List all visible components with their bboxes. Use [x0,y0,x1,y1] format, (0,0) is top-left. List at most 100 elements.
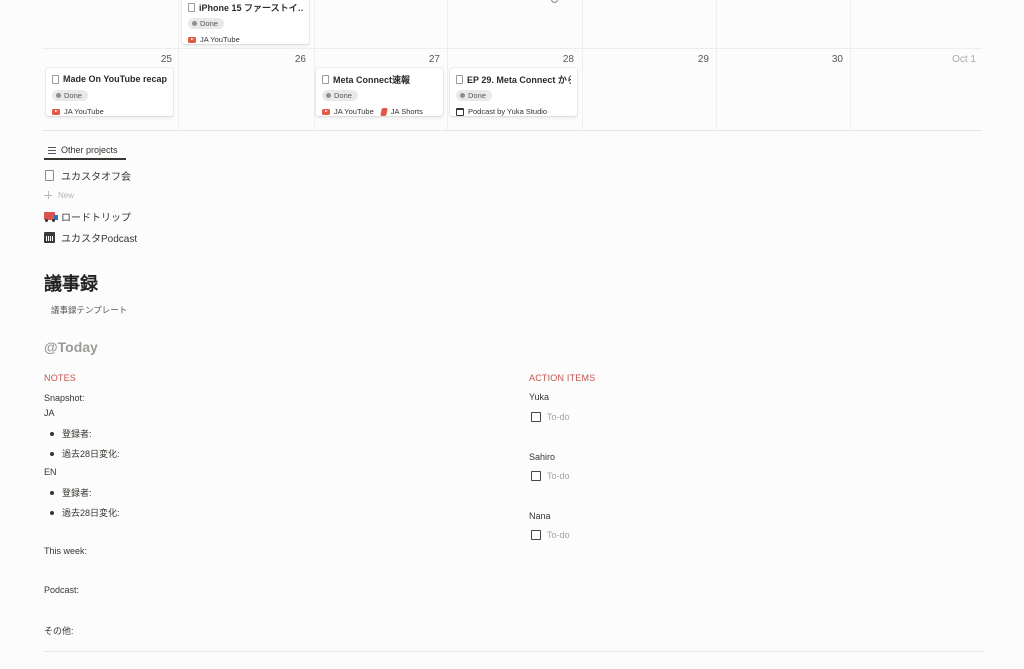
calendar-week-row: 25 26 27 28 29 30 Oct 1 Made On YouTube … [42,49,982,131]
person-name-sahiro[interactable]: Sahiro [529,452,555,462]
card-tags: JA YouTube [52,107,167,116]
calendar-week-row-previous: iPhone 15 ファーストイ… Done JA YouTube [42,0,982,49]
new-project-button[interactable]: New [44,189,74,201]
plus-icon [44,191,52,199]
page-icon [52,74,59,84]
youtube-icon [188,36,196,43]
card-title-text: Meta Connect速報 [333,74,411,85]
todo-text[interactable]: To-do [547,412,570,422]
status-dot-icon [56,93,61,98]
calendar-view: iPhone 15 ファーストイ… Done JA YouTube 25 26 … [42,0,982,131]
project-item-offkai[interactable]: ユカスタオフ会 [44,167,131,183]
list-item[interactable]: 登録者: [50,427,92,440]
project-label: ユカスタオフ会 [61,171,131,183]
todo-text[interactable]: To-do [547,530,570,540]
day-number-27: 27 [428,54,440,65]
youtube-shorts-icon [379,107,388,116]
project-item-podcast[interactable]: ユカスタPodcast [44,229,137,245]
tag-text: JA Shorts [390,107,423,116]
divider [44,651,984,652]
section-heading-minutes: 議事録 [44,274,98,294]
today-mention[interactable]: @Today [44,339,98,355]
tag-text: JA YouTube [64,107,104,116]
page-icon [45,169,54,181]
person-name-nana[interactable]: Nana [529,511,551,521]
status-badge: Done [456,90,492,101]
list-item[interactable]: 過去28日変化: [50,447,120,460]
template-button[interactable]: 議事録テンプレート [51,304,127,316]
todo-text[interactable]: To-do [547,471,570,481]
calendar-divider [850,49,851,130]
tag-text: Podcast by Yuka Studio [468,107,548,116]
status-text: Done [334,91,352,100]
page-icon [322,74,329,84]
calendar-card-meta-connect[interactable]: Meta Connect速報 Done JA YouTube JA Shorts [316,68,443,116]
calendar-divider [314,0,315,48]
podcast-label[interactable]: Podcast: [44,585,79,595]
checkbox[interactable] [531,530,541,540]
card-title: Meta Connect速報 [322,73,437,85]
status-badge: Done [322,90,358,101]
day-number-28: 28 [562,54,574,65]
list-item-text: 登録者: [62,488,92,498]
day-number-26: 26 [294,54,306,65]
card-title-text: iPhone 15 ファーストイ… [199,2,303,13]
calendar-divider [582,49,583,130]
tag-text: JA YouTube [334,107,374,116]
calendar-divider [447,49,448,130]
tag-text: JA YouTube [200,35,240,44]
todo-item-sahiro[interactable]: To-do [531,471,570,481]
status-text: Done [64,91,82,100]
youtube-icon [52,108,60,115]
project-label: ロードトリップ [61,212,131,224]
status-text: Done [200,19,218,28]
todo-item-nana[interactable]: To-do [531,530,570,540]
day-number-30: 30 [831,54,843,65]
todo-item-yuka[interactable]: To-do [531,412,570,422]
other-label[interactable]: その他: [44,624,74,637]
calendar-divider [716,0,717,48]
list-item[interactable]: 過去28日変化: [50,506,120,519]
bullet-icon [50,451,54,456]
page-icon [456,74,463,84]
project-label: ユカスタPodcast [61,233,138,245]
calendar-divider [582,0,583,48]
list-icon [48,146,56,154]
ja-label[interactable]: JA [44,408,55,418]
truck-icon [44,212,58,222]
bullet-icon [50,431,54,436]
calendar-icon [44,231,55,243]
card-title-text: EP 29. Meta Connect から [467,74,571,85]
snapshot-label[interactable]: Snapshot: [44,393,85,403]
checkbox[interactable] [531,412,541,422]
this-week-label[interactable]: This week: [44,546,87,556]
project-item-roadtrip[interactable]: ロードトリップ [44,208,131,224]
card-title: iPhone 15 ファーストイ… [188,1,303,13]
en-label[interactable]: EN [44,467,57,477]
calendar-divider [314,49,315,130]
status-text: Done [468,91,486,100]
cursor-icon [551,0,558,3]
checkbox[interactable] [531,471,541,481]
calendar-card-iphone15[interactable]: iPhone 15 ファーストイ… Done JA YouTube [182,0,309,44]
status-badge: Done [188,18,224,29]
day-number-29: 29 [697,54,709,65]
list-item[interactable]: 登録者: [50,486,92,499]
list-item-text: 登録者: [62,429,92,439]
card-tags: Podcast by Yuka Studio [456,107,571,116]
calendar-icon [456,107,464,116]
tab-other-projects[interactable]: Other projects [44,142,126,160]
calendar-card-made-on-youtube[interactable]: Made On YouTube recap Done JA YouTube [46,68,173,116]
tab-label: Other projects [61,145,118,155]
calendar-card-ep29[interactable]: EP 29. Meta Connect から Done Podcast by Y… [450,68,577,116]
status-dot-icon [460,93,465,98]
day-number-25: 25 [160,54,172,65]
status-dot-icon [326,93,331,98]
calendar-divider [850,0,851,48]
bullet-icon [50,490,54,495]
status-dot-icon [192,21,197,26]
calendar-divider [178,0,179,48]
notes-header: NOTES [44,373,77,383]
person-name-yuka[interactable]: Yuka [529,392,549,402]
day-number-oct1: Oct 1 [952,54,976,65]
